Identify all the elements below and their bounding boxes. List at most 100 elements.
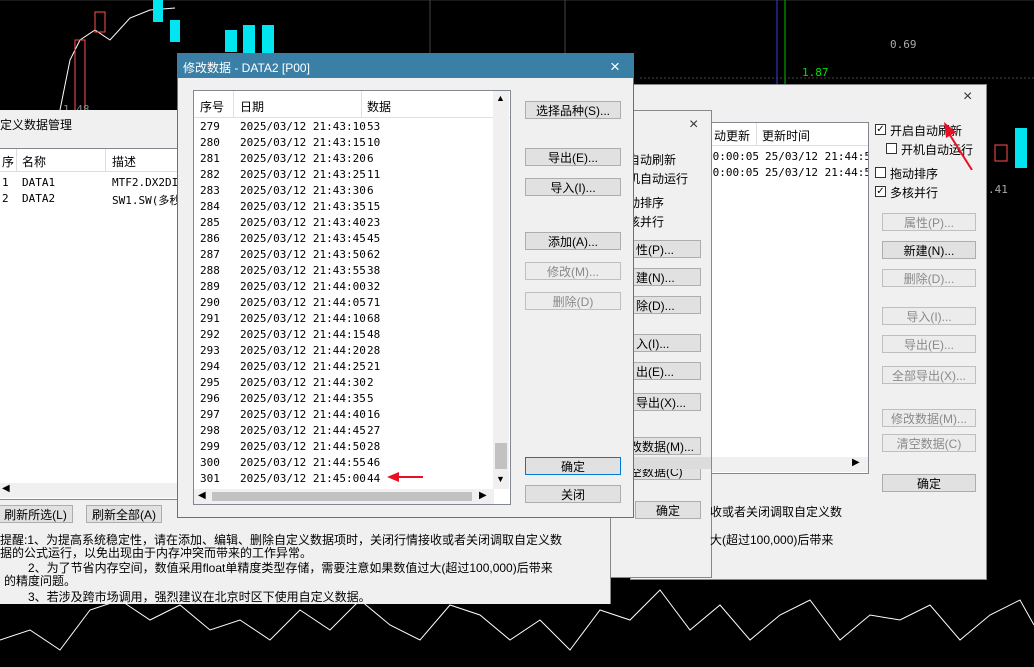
multicore-checkbox[interactable]: ✓ <box>875 186 886 197</box>
drag-sort-checkbox[interactable] <box>875 167 886 178</box>
chevron-up-icon[interactable]: ▲ <box>496 93 505 103</box>
note-line: 的精度问题。 <box>4 574 77 588</box>
horizontal-scrollbar[interactable]: ◀ ▶ <box>194 489 494 504</box>
close-button[interactable]: 关闭 <box>525 485 621 503</box>
new-button[interactable]: 新建(N)... <box>882 241 976 259</box>
data-table[interactable]: 序号 日期 数据 279 2025/03/12 21:43:10 53 280 2025… <box>193 90 511 505</box>
note-line: 2、为了节省内存空间，数值采用float单精度类型存储，需要注意如果数值过大(超… <box>28 561 553 575</box>
value-cell: 28 <box>367 440 381 453</box>
table-cell: 25/03/12 21:44:59 <box>765 150 869 163</box>
table-row[interactable]: 300 2025/03/12 21:44:55 46 <box>194 454 494 470</box>
value-cell: 48 <box>367 328 381 341</box>
close-icon[interactable]: × <box>610 57 620 77</box>
table-row[interactable]: 283 2025/03/12 21:43:30 6 <box>194 182 494 198</box>
date-cell: 2025/03/12 21:44:30 <box>240 376 366 389</box>
seq-cell: 294 <box>200 360 220 373</box>
col-header-name[interactable]: 名称 <box>22 153 46 170</box>
table-row[interactable]: 297 2025/03/12 21:44:40 16 <box>194 406 494 422</box>
col-header-value[interactable]: 数据 <box>367 98 391 115</box>
seq-cell: 297 <box>200 408 220 421</box>
auto-refresh-checkbox[interactable]: ✓ <box>875 124 886 135</box>
seq-cell: 300 <box>200 456 220 469</box>
table-cell: 2 <box>2 192 9 205</box>
chart-value-label: 1.87 <box>802 66 829 79</box>
table-row[interactable]: 281 2025/03/12 21:43:20 6 <box>194 150 494 166</box>
date-cell: 2025/03/12 21:44:00 <box>240 280 366 293</box>
table-row[interactable]: 294 2025/03/12 21:44:25 21 <box>194 358 494 374</box>
table-row[interactable]: 286 2025/03/12 21:43:45 45 <box>194 230 494 246</box>
data-rows: 279 2025/03/12 21:43:10 53 280 2025/03/12 21… <box>194 118 494 490</box>
table-row[interactable]: 292 2025/03/12 21:44:15 48 <box>194 326 494 342</box>
col-header-auto-update[interactable]: 动更新 <box>714 127 750 144</box>
table-row[interactable]: 282 2025/03/12 21:43:25 11 <box>194 166 494 182</box>
select-symbol-button[interactable]: 选择品种(S)... <box>525 101 621 119</box>
value-cell: 21 <box>367 360 381 373</box>
date-cell: 2025/03/12 21:44:35 <box>240 392 366 405</box>
price-line <box>59 7 176 111</box>
seq-cell: 283 <box>200 184 220 197</box>
table-row[interactable]: 285 2025/03/12 21:43:40 23 <box>194 214 494 230</box>
table-row[interactable]: 293 2025/03/12 21:44:20 28 <box>194 342 494 358</box>
col-header-seq[interactable]: 序号 <box>200 98 224 115</box>
table-row[interactable]: 279 2025/03/12 21:43:10 53 <box>194 118 494 134</box>
ok-button[interactable]: 确定 <box>882 474 976 492</box>
scrollbar-thumb[interactable] <box>212 492 472 501</box>
date-cell: 2025/03/12 21:44:15 <box>240 328 366 341</box>
table-row[interactable]: 301 2025/03/12 21:45:00 44 <box>194 470 494 486</box>
note-fragment-a: 收或者关闭调取自定义数 <box>710 505 843 519</box>
table-row[interactable]: 289 2025/03/12 21:44:00 32 <box>194 278 494 294</box>
table-row[interactable]: 299 2025/03/12 21:44:50 28 <box>194 438 494 454</box>
clear-data-button[interactable]: 清空数据(C) <box>882 434 976 452</box>
date-cell: 2025/03/12 21:44:50 <box>240 440 366 453</box>
table-row[interactable]: 280 2025/03/12 21:43:15 10 <box>194 134 494 150</box>
export-all-button[interactable]: 全部导出(X)... <box>882 366 976 384</box>
value-cell: 32 <box>367 280 381 293</box>
ok-button[interactable]: 确定 <box>525 457 621 475</box>
seq-cell: 282 <box>200 168 220 181</box>
attribute-button[interactable]: 属性(P)... <box>882 213 976 231</box>
chevron-left-icon[interactable]: ◀ <box>2 483 10 494</box>
col-header-date[interactable]: 日期 <box>240 98 264 115</box>
seq-cell: 285 <box>200 216 220 229</box>
chevron-down-icon[interactable]: ▼ <box>496 474 505 484</box>
refresh-selected-button[interactable]: 刷新所选(L) <box>0 505 73 523</box>
scrollbar-thumb[interactable] <box>495 443 507 469</box>
annotation-arrow <box>387 472 423 482</box>
close-icon[interactable]: × <box>963 89 972 105</box>
chevron-right-icon[interactable]: ▶ <box>852 457 860 468</box>
import-button[interactable]: 导入(I)... <box>882 307 976 325</box>
modify-data-button[interactable]: 修改数据(M)... <box>882 409 976 427</box>
date-cell: 2025/03/12 21:43:10 <box>240 120 366 133</box>
date-cell: 2025/03/12 21:43:50 <box>240 248 366 261</box>
import-button[interactable]: 导入(I)... <box>525 178 621 196</box>
table-row[interactable]: 287 2025/03/12 21:43:50 62 <box>194 246 494 262</box>
chevron-left-icon[interactable]: ◀ <box>198 490 206 501</box>
table-row[interactable]: 291 2025/03/12 21:44:10 68 <box>194 310 494 326</box>
table-row[interactable]: 298 2025/03/12 21:44:45 27 <box>194 422 494 438</box>
delete-button[interactable]: 删除(D)... <box>882 269 976 287</box>
candle <box>225 30 237 52</box>
table-row[interactable]: 290 2025/03/12 21:44:05 71 <box>194 294 494 310</box>
table-cell: 00:00:05 <box>706 166 759 179</box>
col-header-desc[interactable]: 描述 <box>112 153 136 170</box>
close-icon[interactable]: × <box>689 117 698 133</box>
export-button[interactable]: 导出(E)... <box>882 335 976 353</box>
boot-run-checkbox[interactable] <box>886 143 897 154</box>
value-cell: 62 <box>367 248 381 261</box>
chevron-right-icon[interactable]: ▶ <box>479 490 487 501</box>
delete-button[interactable]: 删除(D) <box>525 292 621 310</box>
table-row[interactable]: 295 2025/03/12 21:44:30 2 <box>194 374 494 390</box>
table-row[interactable]: 284 2025/03/12 21:43:35 15 <box>194 198 494 214</box>
col-header-update-time[interactable]: 更新时间 <box>762 127 810 144</box>
table-row[interactable]: 288 2025/03/12 21:43:55 38 <box>194 262 494 278</box>
ok-button[interactable]: 确定 <box>635 501 701 519</box>
add-button[interactable]: 添加(A)... <box>525 232 621 250</box>
seq-cell: 288 <box>200 264 220 277</box>
note-line: 3、若涉及跨市场调用，强烈建议在北京时区下使用自定义数据。 <box>28 590 371 604</box>
table-row[interactable]: 296 2025/03/12 21:44:35 5 <box>194 390 494 406</box>
col-header-seq[interactable]: 序 <box>2 153 14 170</box>
export-button[interactable]: 导出(E)... <box>525 148 621 166</box>
vertical-scrollbar[interactable]: ▲ ▼ <box>493 91 509 489</box>
refresh-all-button[interactable]: 刷新全部(A) <box>86 505 162 523</box>
modify-button[interactable]: 修改(M)... <box>525 262 621 280</box>
